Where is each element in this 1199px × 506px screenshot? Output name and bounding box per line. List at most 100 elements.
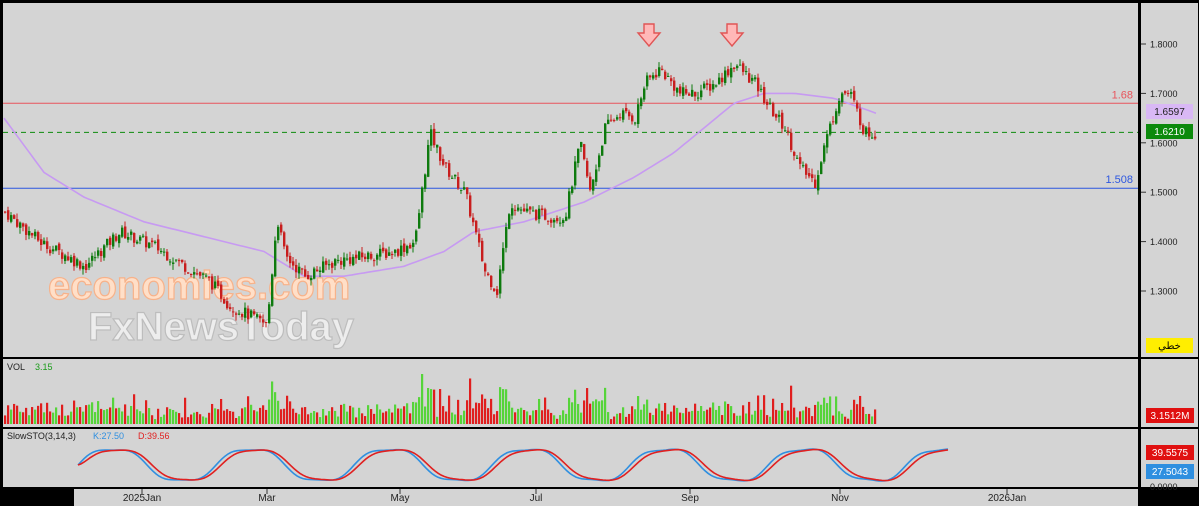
candle-body (562, 220, 565, 224)
candle-body (166, 251, 169, 261)
volume-bar (313, 411, 316, 424)
candle-body (121, 227, 124, 237)
candle-body (67, 256, 70, 261)
volume-bar (859, 395, 862, 424)
volume-bar (205, 417, 208, 424)
candle-body (703, 83, 706, 89)
volume-bar (79, 407, 82, 424)
candle-body (472, 217, 475, 223)
volume-bar (190, 414, 193, 424)
volume-bar (349, 405, 352, 424)
volume-bar (253, 410, 256, 424)
candle-body (691, 89, 694, 97)
volume-bar (286, 395, 289, 424)
x-tick-label: Mar (258, 493, 276, 504)
volume-panel: VOL 3.15 3.1512M (3, 359, 1198, 427)
candle-body (736, 65, 739, 69)
volume-bar (445, 411, 448, 424)
volume-last-value: 3.15 (35, 362, 53, 372)
candle-body (622, 110, 625, 120)
volume-bar (121, 411, 124, 424)
candle-body (625, 107, 628, 112)
candle-body (439, 147, 442, 161)
candle-body (190, 273, 193, 275)
candle-body (694, 91, 697, 97)
volume-bar (169, 408, 172, 424)
candle-body (511, 208, 514, 216)
volume-bar (442, 406, 445, 424)
volume-bar (637, 396, 640, 424)
volume-bar (772, 398, 775, 424)
volume-bar (616, 413, 619, 424)
volume-bar (517, 408, 520, 424)
volume-bar (199, 414, 202, 424)
volume-bar (424, 406, 427, 424)
candle-body (436, 144, 439, 148)
candle-body (91, 255, 94, 261)
candle-body (73, 255, 76, 267)
volume-bar (283, 408, 286, 424)
volume-bar (541, 410, 544, 424)
volume-bar (154, 419, 157, 424)
candle-body (10, 215, 13, 222)
candle-body (502, 248, 505, 271)
volume-bar (682, 413, 685, 424)
candle-body (433, 128, 436, 146)
volume-bar (775, 409, 778, 424)
volume-bar (370, 409, 373, 424)
stochastic-d-label: D:39.56 (138, 431, 170, 441)
volume-bar (43, 412, 46, 424)
volume-bar (178, 413, 181, 424)
volume-bar (418, 397, 421, 424)
candle-body (244, 307, 247, 318)
volume-bar (712, 402, 715, 424)
volume-bar (325, 415, 328, 424)
candle-body (103, 245, 106, 258)
candle-body (379, 248, 382, 257)
candle-body (721, 77, 724, 83)
candle-body (598, 155, 601, 168)
volume-bar (274, 392, 277, 424)
candle-body (352, 256, 355, 266)
candle-body (265, 322, 268, 324)
candle-body (763, 87, 766, 103)
candle-body (211, 276, 214, 290)
candle-body (250, 310, 253, 318)
candle-body (445, 162, 448, 164)
candle-body (643, 88, 646, 100)
x-tick-label: Sep (681, 493, 699, 504)
volume-bar (67, 415, 70, 424)
candle-body (208, 276, 211, 278)
volume-bar (427, 388, 430, 424)
volume-bar (718, 405, 721, 424)
price-axis-area (1141, 3, 1198, 357)
candle-body (874, 136, 877, 139)
volume-bar (454, 414, 457, 424)
volume-bar (700, 406, 703, 424)
candle-body (586, 160, 589, 177)
x-tick-label: Nov (831, 493, 849, 504)
volume-bar (523, 410, 526, 424)
candle-body (79, 261, 82, 269)
candle-body (826, 134, 829, 148)
candle-body (238, 313, 241, 315)
stochastic-k-badge-text: 27.5043 (1152, 467, 1189, 478)
volume-bar (721, 415, 724, 424)
volume-bar (625, 416, 628, 424)
candle-body (328, 264, 331, 266)
volume-bar (298, 414, 301, 424)
candle-body (322, 261, 325, 273)
candle-body (82, 265, 85, 270)
candle-body (160, 250, 163, 253)
candle-body (769, 102, 772, 104)
candle-body (499, 269, 502, 294)
candle-body (670, 78, 673, 82)
volume-bar (340, 404, 343, 424)
volume-bar (166, 407, 169, 424)
volume-bar (589, 403, 592, 424)
volume-bar (634, 409, 637, 424)
volume-bar (382, 412, 385, 424)
volume-bar (619, 413, 622, 424)
candle-body (13, 215, 16, 219)
volume-bar (784, 410, 787, 424)
